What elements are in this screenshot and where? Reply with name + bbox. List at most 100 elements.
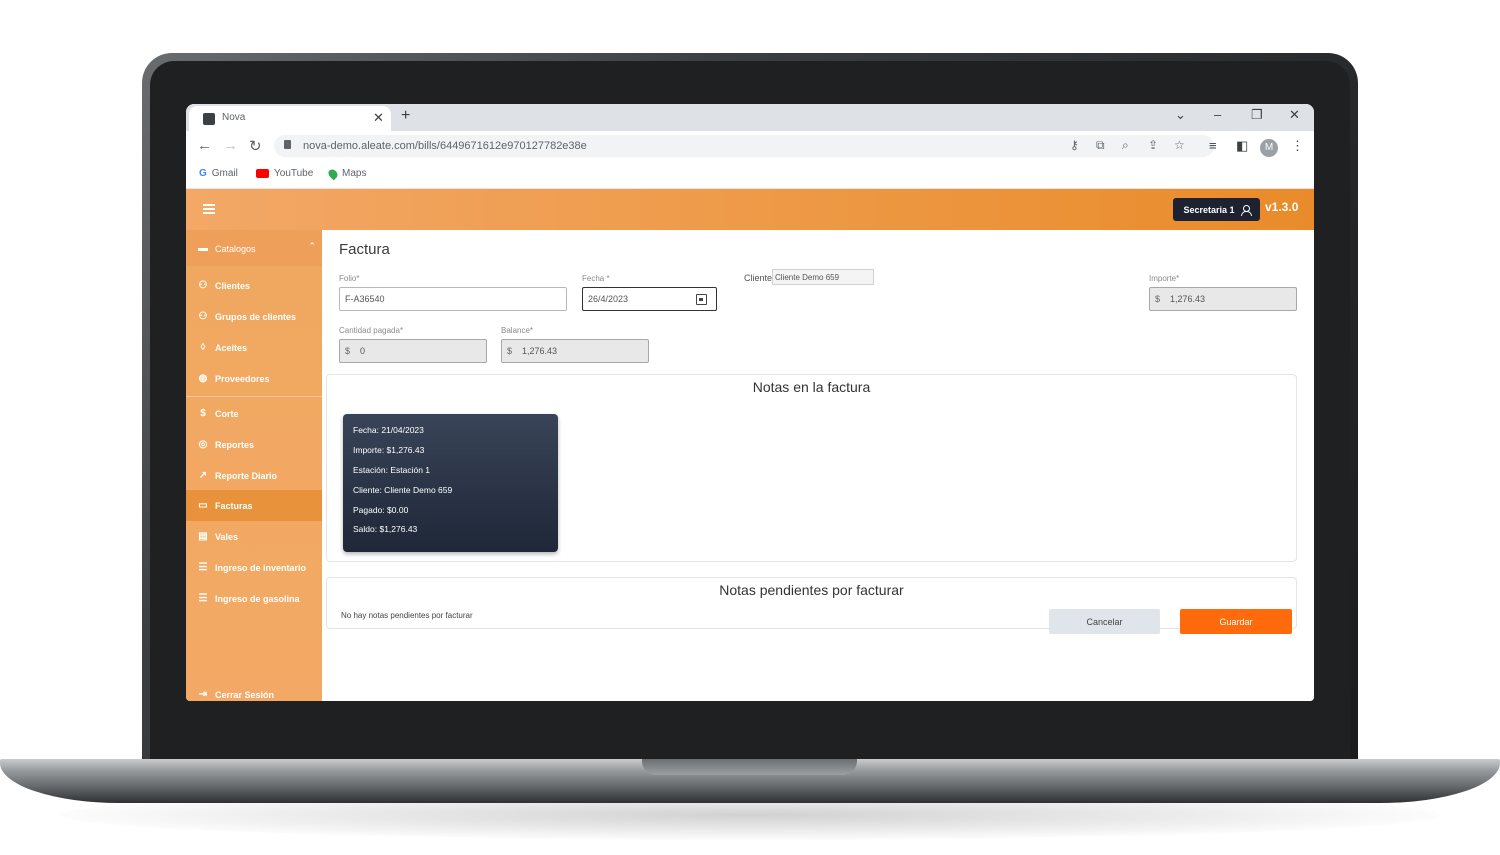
sidebar-item-label: Proveedores <box>215 373 270 384</box>
importe-label: Importe* <box>1149 274 1180 283</box>
bookmark-maps[interactable]: Maps <box>326 167 366 180</box>
sidebar-item-label: Grupos de clientes <box>215 311 297 322</box>
nota-pagado: Pagado: $0.00 <box>353 505 409 515</box>
forward-icon[interactable]: → <box>223 137 238 154</box>
youtube-icon <box>256 169 269 178</box>
cliente-field[interactable]: Cliente Demo 659 <box>772 269 874 285</box>
pendientes-title: Notas pendientes por facturar <box>719 582 904 598</box>
monitor-icon: ▭ <box>198 500 208 511</box>
tab-title: Nova <box>222 112 246 123</box>
nota-estacion: Estación: Estación 1 <box>353 465 431 475</box>
bookmark-gmail[interactable]: G Gmail <box>199 168 238 179</box>
tab-search-icon[interactable]: ⌄ <box>1175 107 1186 123</box>
minimize-icon[interactable]: – <box>1214 107 1221 122</box>
importe-field: $1,276.43 <box>1149 287 1297 311</box>
sidebar-item-label: Facturas <box>215 500 253 511</box>
sidebar-item-grupos[interactable]: ⚇ Grupos de clientes <box>186 301 322 332</box>
new-tab-icon[interactable]: + <box>401 107 410 125</box>
drop-icon: ◊ <box>200 342 206 353</box>
bookmark-youtube[interactable]: YouTube <box>256 168 313 179</box>
save-button[interactable]: Guardar <box>1180 609 1292 634</box>
bookmark-label: Gmail <box>211 168 238 179</box>
cancel-button[interactable]: Cancelar <box>1049 609 1160 634</box>
balance-label: Balance* <box>501 326 534 335</box>
address-bar[interactable]: nova-demo.aleate.com/bills/6449671612e97… <box>274 135 1214 157</box>
currency-symbol: $ <box>507 346 513 356</box>
sidebar-item-reportes[interactable]: ◎ Reportes <box>186 429 322 460</box>
nota-saldo: Saldo: $1,276.43 <box>353 524 418 534</box>
bookmark-label: YouTube <box>274 168 314 179</box>
notas-panel: Notas en la factura Fecha: 21/04/2023 Im… <box>326 374 1297 562</box>
nota-fecha: Fecha: 21/04/2023 <box>353 425 424 435</box>
user-icon <box>1240 204 1252 216</box>
cantidad-value: 0 <box>360 346 366 356</box>
side-panel-icon[interactable]: ◧ <box>1236 138 1248 154</box>
logout-button[interactable]: ⇥ Cerrar Sesión <box>186 679 322 701</box>
profile-avatar[interactable]: M <box>1260 139 1278 157</box>
sidebar-item-ingreso-inventario[interactable]: ☰ Ingreso de inventario <box>186 552 322 583</box>
fecha-label: Fecha * <box>582 274 610 283</box>
sidebar-item-ingreso-gasolina[interactable]: ☰ Ingreso de gasolina <box>186 583 322 614</box>
close-tab-icon[interactable]: ✕ <box>373 110 384 126</box>
sidebar-divider <box>186 396 322 397</box>
sidebar-item-aceites[interactable]: ◊ Aceites <box>186 332 322 363</box>
sidebar-item-label: Ingreso de gasolina <box>215 593 300 604</box>
currency-symbol: $ <box>1155 294 1161 304</box>
page-title: Factura <box>339 241 390 258</box>
nota-importe: Importe: $1,276.43 <box>353 445 425 455</box>
sidebar: ▬ Catalogos ⌃ ⚇ Clientes ⚇ Grupos de cli… <box>186 230 322 701</box>
reload-icon[interactable]: ↻ <box>249 137 262 155</box>
translate-icon[interactable]: ⧉ <box>1096 138 1105 153</box>
sidebar-item-label: Ingreso de inventario <box>215 562 307 573</box>
card-icon: ▤ <box>198 531 208 542</box>
sidebar-item-facturas[interactable]: ▭ Facturas <box>186 490 322 521</box>
sidebar-item-corte[interactable]: $ Corte <box>186 398 322 429</box>
users-icon: ⚇ <box>198 280 208 291</box>
favicon-icon <box>203 113 215 125</box>
fecha-value: 26/4/2023 <box>588 294 629 304</box>
cantidad-label: Cantidad pagada* <box>339 326 404 335</box>
cliente-label: Cliente <box>744 273 773 283</box>
sidebar-item-proveedores[interactable]: ◍ Proveedores <box>186 363 322 394</box>
folio-field[interactable]: F-A36540 <box>339 287 567 311</box>
sidebar-item-vales[interactable]: ▤ Vales <box>186 521 322 552</box>
menu-icon[interactable]: ⋮ <box>1291 138 1304 154</box>
restore-icon[interactable]: ❐ <box>1251 107 1263 123</box>
sidebar-item-clientes[interactable]: ⚇ Clientes <box>186 270 322 301</box>
chevron-up-icon[interactable]: ⌃ <box>308 241 316 252</box>
cantidad-field: $0 <box>339 339 487 363</box>
browser-tab[interactable]: Nova ✕ <box>189 106 391 131</box>
sidebar-item-label: Reportes <box>215 439 255 450</box>
folder-icon: ▬ <box>198 243 208 254</box>
browser-toolbar: ← → ↻ nova-demo.aleate.com/bills/6449671… <box>186 131 1314 161</box>
folio-label: Folio* <box>339 274 360 283</box>
url-text: nova-demo.aleate.com/bills/6449671612e97… <box>303 140 587 152</box>
zoom-icon[interactable]: ⌕ <box>1122 138 1129 153</box>
back-icon[interactable]: ← <box>197 137 212 154</box>
main-content: Factura Folio* F-A36540 Fecha * 26/4/202… <box>322 230 1314 701</box>
calendar-icon[interactable] <box>696 294 707 305</box>
maps-icon <box>326 167 340 180</box>
sidebar-item-reporte-diario[interactable]: ↗ Reporte Diario <box>186 460 322 491</box>
share-icon[interactable]: ⇪ <box>1148 138 1158 152</box>
sidebar-item-label: Reporte Diario <box>215 470 278 481</box>
currency-symbol: $ <box>345 346 351 356</box>
nota-card[interactable]: Fecha: 21/04/2023 Importe: $1,276.43 Est… <box>343 414 558 552</box>
user-button[interactable]: Secretaria 1 <box>1173 198 1260 221</box>
laptop-mockup: Nova ✕ + ⌄ – ❐ ✕ ← → ↻ nova-demo.aleate.… <box>0 0 1500 855</box>
balance-value: 1,276.43 <box>522 346 558 356</box>
nota-cliente: Cliente: Cliente Demo 659 <box>353 485 453 495</box>
trend-icon: ↗ <box>198 470 208 481</box>
sidebar-item-label: Clientes <box>215 280 251 291</box>
sidebar-section-header[interactable]: ▬ Catalogos <box>186 233 322 264</box>
sidebar-item-label: Corte <box>215 408 239 419</box>
close-window-icon[interactable]: ✕ <box>1289 107 1300 123</box>
key-icon[interactable]: ⚷ <box>1070 138 1079 152</box>
hamburger-icon[interactable] <box>203 204 215 214</box>
star-icon[interactable]: ☆ <box>1174 138 1185 152</box>
reading-list-icon[interactable]: ≡ <box>1209 138 1217 153</box>
radar-icon: ◎ <box>198 439 208 450</box>
sidebar-section-catalogos[interactable]: ▬ Catalogos ⌃ <box>186 230 322 266</box>
globe-icon: ◍ <box>198 373 208 384</box>
fecha-field[interactable]: 26/4/2023 <box>582 287 717 311</box>
